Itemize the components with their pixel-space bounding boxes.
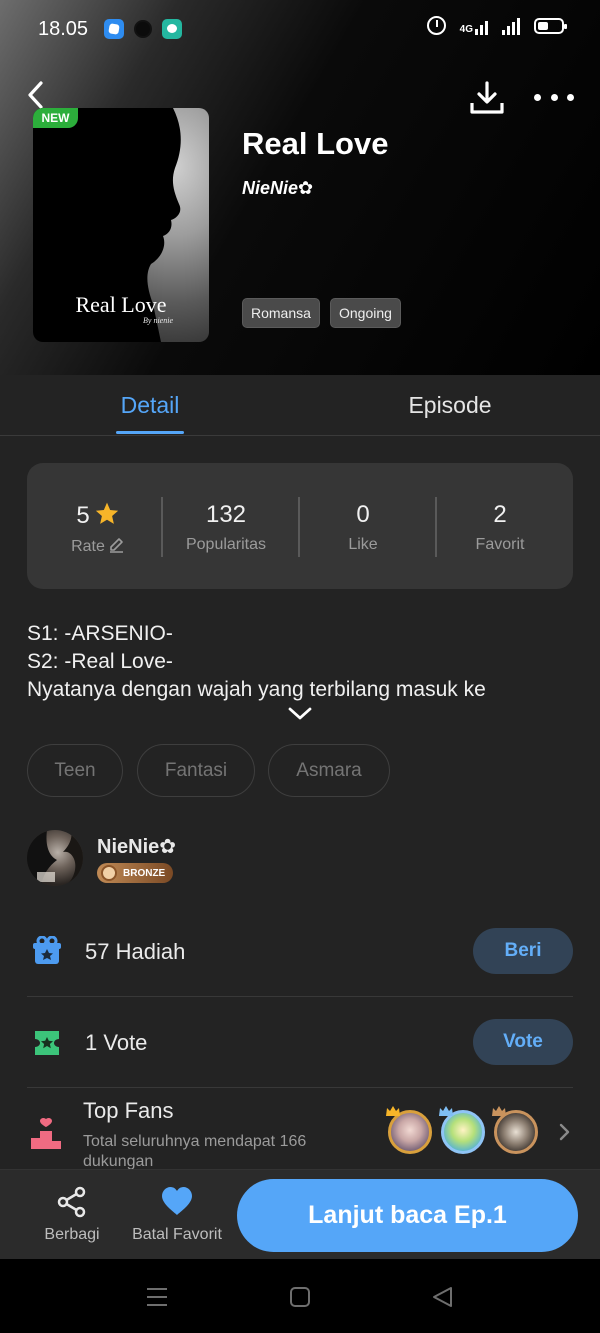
crown-icon (439, 1106, 453, 1116)
divider (27, 996, 573, 997)
book-header: 18.05 4G Real Love By nienie NEW Real Lo… (0, 0, 600, 375)
vote-count: 1 Vote (85, 1030, 147, 1056)
divider (27, 1087, 573, 1088)
give-gift-button[interactable]: Beri (473, 928, 573, 974)
system-nav-bar (0, 1259, 600, 1333)
new-badge: NEW (33, 108, 78, 128)
stats-card: 5 Rate 132 Popularitas 0 Like 2 Favorit (27, 463, 573, 589)
back-button[interactable] (22, 80, 52, 110)
status-chip[interactable]: Ongoing (330, 298, 401, 328)
network-type-label: 4G (459, 23, 473, 35)
gift-count: 57 Hadiah (85, 939, 185, 965)
cover-title: Real Love (75, 292, 167, 317)
fan-avatar[interactable] (494, 1110, 538, 1154)
rate-label: Rate (71, 538, 105, 555)
unfavorite-label: Batal Favorit (132, 1226, 222, 1243)
rank-label: BRONZE (123, 867, 166, 879)
continue-reading-button[interactable]: Lanjut baca Ep.1 (237, 1179, 578, 1252)
tag-chip[interactable]: Asmara (268, 744, 390, 797)
like-label: Like (348, 536, 378, 553)
vote-button[interactable]: Vote (473, 1019, 573, 1065)
top-fans-subtitle: Total seluruhnya mendapat 166 dukungan (83, 1133, 307, 1170)
more-dots-icon (550, 93, 558, 101)
favorite-label: Favorit (475, 536, 525, 553)
tab-episode[interactable]: Episode (390, 375, 510, 435)
popularity-label: Popularitas (185, 536, 267, 553)
bronze-medal-icon (101, 865, 117, 881)
mobile-data-icon: 4G (460, 17, 488, 35)
popularity-value: 132 (205, 501, 247, 528)
chat-notification-icon (162, 19, 182, 39)
vote-count-label: Vote (103, 1030, 148, 1055)
like-value: 0 (356, 501, 370, 528)
author-name[interactable]: NieNie✿ (97, 834, 176, 859)
bottom-action-bar: Berbagi Batal Favorit Lanjut baca Ep.1 (0, 1169, 600, 1259)
more-options-button[interactable] (534, 84, 574, 110)
battery-icon (534, 17, 567, 34)
book-title: Real Love (242, 126, 389, 161)
download-icon (470, 81, 504, 114)
download-button[interactable] (468, 80, 506, 116)
heart-icon (162, 1187, 192, 1215)
book-author[interactable]: NieNie✿ (242, 178, 313, 199)
stat-popularity: 132 Popularitas (166, 463, 286, 589)
vote-count-value: 1 (85, 1030, 98, 1055)
vote-ticket-icon (35, 1031, 59, 1055)
avatar-image (27, 830, 83, 886)
unfavorite-button[interactable]: Batal Favorit (127, 1170, 227, 1260)
gift-count-value: 57 (85, 939, 110, 964)
recents-menu-icon[interactable] (146, 1286, 168, 1308)
tag-chip[interactable]: Teen (27, 744, 123, 797)
tab-bar: Detail Episode (0, 375, 600, 436)
book-cover[interactable]: Real Love By nienie (33, 108, 209, 342)
genre-chip[interactable]: Romansa (242, 298, 320, 328)
gift-count-label: Hadiah (115, 939, 186, 964)
more-dots-icon (567, 93, 574, 101)
star-icon (95, 502, 118, 524)
synopsis-line: S1: -ARSENIO- (27, 622, 173, 645)
alarm-icon (426, 16, 446, 35)
app-notification-icon (104, 19, 124, 39)
stat-divider (298, 497, 300, 557)
status-bar: 18.05 4G (0, 0, 600, 58)
rate-value: 5 (76, 502, 90, 529)
signal-icon (502, 17, 520, 35)
fan-avatar[interactable] (388, 1110, 432, 1154)
cover-byline: By nienie (143, 316, 173, 325)
stat-favorite: 2 Favorit (440, 463, 560, 589)
status-time: 18.05 (38, 18, 89, 40)
tag-chip[interactable]: Fantasi (137, 744, 255, 797)
rank-badge: BRONZE (97, 863, 173, 883)
share-button[interactable]: Berbagi (22, 1170, 122, 1260)
stat-divider (161, 497, 163, 557)
stat-rate[interactable]: 5 Rate (38, 463, 158, 589)
synopsis[interactable]: S1: -ARSENIO- S2: -Real Love- Nyatanya d… (27, 620, 573, 704)
share-icon (57, 1186, 86, 1218)
more-dots-icon (534, 93, 541, 101)
synopsis-line: S2: -Real Love- (27, 650, 173, 673)
crown-icon (492, 1106, 506, 1116)
tab-indicator (116, 431, 184, 434)
stat-like: 0 Like (303, 463, 423, 589)
favorite-value: 2 (493, 501, 507, 528)
chevron-right-icon (559, 1123, 570, 1141)
chevron-left-icon (28, 81, 43, 109)
crown-icon (386, 1106, 400, 1116)
share-label: Berbagi (44, 1226, 100, 1243)
app-notification-icon (134, 20, 152, 38)
back-triangle-icon[interactable] (431, 1286, 453, 1308)
fan-avatar[interactable] (441, 1110, 485, 1154)
top-fans-title: Top Fans (83, 1098, 174, 1123)
author-avatar[interactable] (27, 830, 83, 886)
expand-chevron-icon[interactable] (287, 706, 313, 722)
synopsis-line: Nyatanya dengan wajah yang terbilang mas… (27, 678, 486, 701)
edit-icon (109, 538, 123, 553)
podium-icon (31, 1117, 61, 1149)
tab-detail[interactable]: Detail (100, 375, 200, 435)
gift-icon (33, 936, 61, 964)
home-square-icon[interactable] (289, 1286, 311, 1308)
stat-divider (435, 497, 437, 557)
